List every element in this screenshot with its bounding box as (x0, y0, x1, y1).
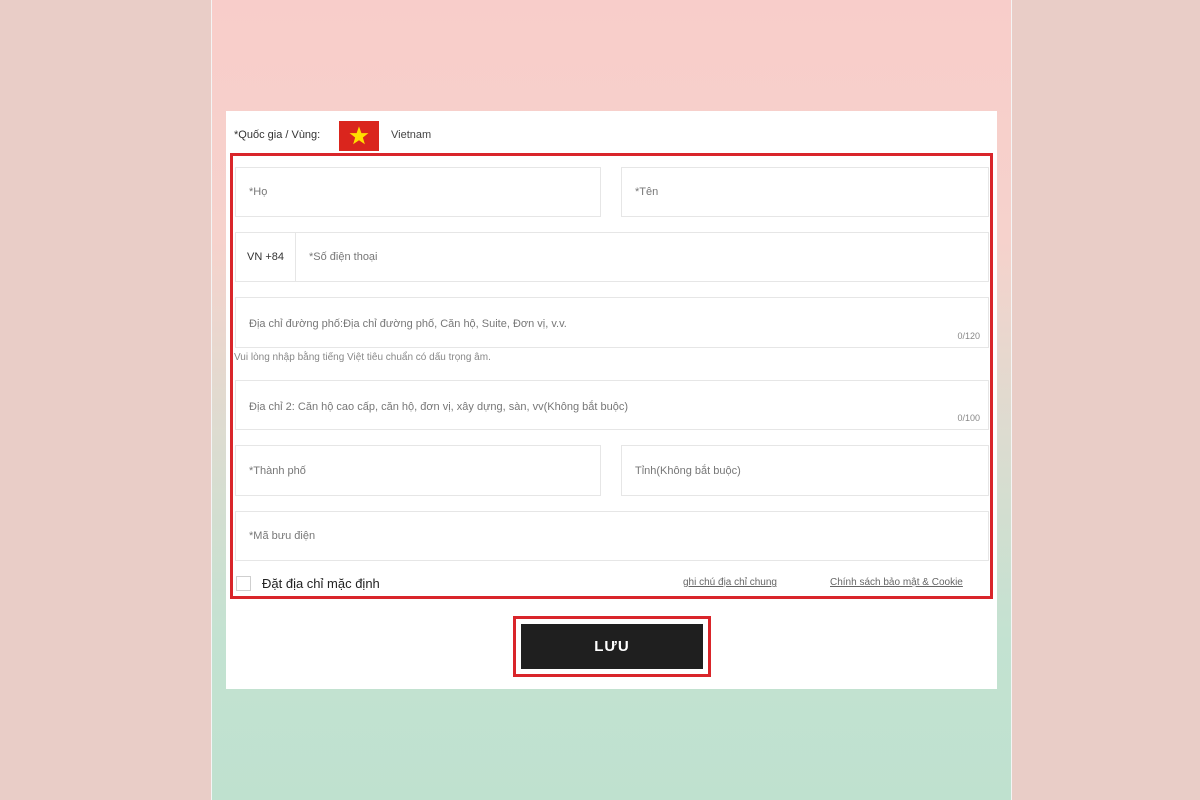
last-name-placeholder: *Họ (249, 186, 268, 198)
vietnam-flag-icon[interactable] (339, 121, 379, 151)
save-button[interactable]: LƯU (521, 624, 703, 669)
phone-country-code-select[interactable]: VN +84 (236, 233, 296, 281)
background-right (1012, 0, 1200, 800)
address-line-2-input[interactable]: Địa chỉ 2: Căn hộ cao cấp, căn hộ, đơn v… (235, 380, 989, 430)
address-form-card: *Quốc gia / Vùng: Vietnam *Họ *Tên VN +8… (226, 111, 997, 689)
default-address-checkbox[interactable] (236, 576, 251, 591)
street-address-placeholder: Địa chỉ đường phố:Địa chỉ đường phố, Căn… (249, 318, 567, 330)
first-name-input[interactable]: *Tên (621, 167, 989, 217)
country-value: Vietnam (391, 129, 432, 141)
postal-code-input[interactable]: *Mã bưu điện (235, 511, 989, 561)
default-address-label: Đặt địa chỉ mặc định (262, 576, 380, 591)
privacy-cookie-link[interactable]: Chính sách bảo mật & Cookie (830, 577, 963, 588)
city-placeholder: *Thành phố (249, 464, 306, 477)
star-icon (349, 126, 369, 145)
street-address-input[interactable]: Địa chỉ đường phố:Địa chỉ đường phố, Căn… (235, 297, 989, 348)
phone-input[interactable]: *Số điện thoại (296, 233, 988, 281)
phone-placeholder: *Số điện thoại (309, 251, 378, 263)
city-input[interactable]: *Thành phố (235, 445, 601, 496)
first-name-placeholder: *Tên (635, 186, 659, 198)
phone-field: VN +84 *Số điện thoại (235, 232, 989, 282)
province-input[interactable]: Tỉnh(Không bắt buộc) (621, 445, 989, 496)
last-name-input[interactable]: *Họ (235, 167, 601, 217)
street-address-hint: Vui lòng nhập bằng tiếng Việt tiêu chuẩn… (234, 352, 491, 363)
postal-code-placeholder: *Mã bưu điện (249, 530, 316, 542)
background-left (0, 0, 211, 800)
province-placeholder: Tỉnh(Không bắt buộc) (635, 464, 741, 477)
address-line-2-counter: 0/100 (957, 413, 980, 423)
address-line-2-placeholder: Địa chỉ 2: Căn hộ cao cấp, căn hộ, đơn v… (249, 401, 629, 413)
country-label: *Quốc gia / Vùng: (234, 129, 321, 141)
address-note-link[interactable]: ghi chú địa chỉ chung (683, 577, 777, 588)
street-address-counter: 0/120 (957, 331, 980, 341)
